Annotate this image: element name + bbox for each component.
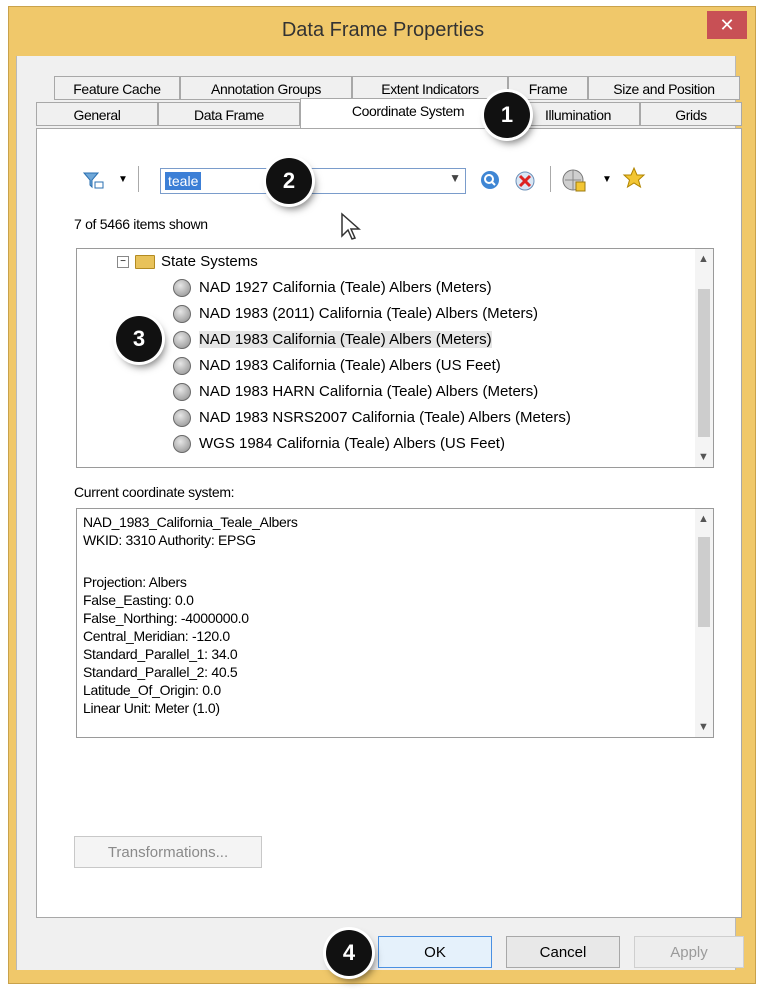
current-system-label: Current coordinate system: — [74, 484, 235, 500]
list-item-label: NAD 1927 California (Teale) Albers (Mete… — [199, 279, 492, 296]
scroll-down-icon[interactable]: ▼ — [698, 451, 709, 463]
scroll-up-icon[interactable]: ▲ — [698, 253, 709, 265]
tab-data-frame[interactable]: Data Frame — [158, 102, 300, 126]
item-count-text: 7 of 5466 items shown — [74, 216, 208, 232]
callout-3: 3 — [116, 316, 162, 362]
folder-label: State Systems — [161, 253, 258, 270]
tab-grids[interactable]: Grids — [640, 102, 742, 126]
detail-line: Latitude_Of_Origin: 0.0 — [83, 682, 221, 698]
globe-dropdown-icon[interactable]: ▼ — [602, 170, 612, 190]
tree-folder-state-systems[interactable]: − State Systems — [117, 249, 258, 275]
apply-button[interactable]: Apply — [634, 936, 744, 968]
detail-line: False_Easting: 0.0 — [83, 592, 194, 608]
callout-2: 2 — [266, 158, 312, 204]
filter-dropdown-icon[interactable]: ▼ — [118, 170, 128, 190]
list-item[interactable]: NAD 1927 California (Teale) Albers (Mete… — [173, 275, 492, 301]
globe-add-icon[interactable] — [562, 168, 586, 198]
list-item-label: NAD 1983 NSRS2007 California (Teale) Alb… — [199, 409, 571, 426]
tab-general[interactable]: General — [36, 102, 158, 126]
detail-line: False_Northing: -4000000.0 — [83, 610, 249, 626]
tab-feature-cache[interactable]: Feature Cache — [54, 76, 180, 100]
window-title: Data Frame Properties — [281, 19, 485, 41]
tab-size-and-position[interactable]: Size and Position — [588, 76, 740, 100]
detail-line: Standard_Parallel_2: 40.5 — [83, 664, 238, 680]
detail-line: NAD_1983_California_Teale_Albers — [83, 514, 298, 530]
globe-icon — [173, 357, 191, 376]
globe-icon — [173, 409, 191, 428]
list-item-label: NAD 1983 (2011) California (Teale) Alber… — [199, 305, 539, 322]
mouse-cursor-icon — [340, 212, 362, 242]
tab-illumination[interactable]: Illumination — [516, 102, 640, 126]
list-item[interactable]: WGS 1984 California (Teale) Albers (US F… — [173, 431, 505, 457]
detail-line: Linear Unit: Meter (1.0) — [83, 700, 220, 716]
folder-icon — [135, 255, 155, 270]
clear-search-icon[interactable] — [514, 170, 536, 198]
globe-icon — [173, 279, 191, 298]
list-item-label: NAD 1983 California (Teale) Albers (US F… — [199, 357, 501, 374]
current-system-details[interactable]: NAD_1983_California_Teale_Albers WKID: 3… — [76, 508, 714, 738]
list-item[interactable]: NAD 1983 HARN California (Teale) Albers … — [173, 379, 538, 405]
list-item-label: NAD 1983 HARN California (Teale) Albers … — [199, 383, 539, 400]
scroll-up-icon[interactable]: ▲ — [698, 513, 709, 525]
filter-icon[interactable] — [82, 170, 104, 196]
detail-line: Projection: Albers — [83, 574, 187, 590]
detail-line: WKID: 3310 Authority: EPSG — [83, 532, 256, 548]
globe-icon — [173, 305, 191, 324]
search-input[interactable]: teale — [165, 172, 202, 190]
scroll-thumb[interactable] — [698, 537, 710, 627]
toolbar-separator — [550, 166, 551, 192]
list-item[interactable]: NAD 1983 California (Teale) Albers (US F… — [173, 353, 501, 379]
globe-icon — [173, 383, 191, 402]
search-icon[interactable] — [480, 170, 500, 196]
transformations-button[interactable]: Transformations... — [74, 836, 262, 868]
callout-1: 1 — [484, 92, 530, 138]
ok-button[interactable]: OK — [378, 936, 492, 968]
search-combobox[interactable]: teale ▼ — [160, 168, 466, 194]
list-scrollbar[interactable]: ▲ ▼ — [695, 249, 713, 467]
cancel-button[interactable]: Cancel — [506, 936, 620, 968]
list-item-label: NAD 1983 California (Teale) Albers (Mete… — [199, 331, 492, 348]
details-scrollbar[interactable]: ▲ ▼ — [695, 509, 713, 737]
callout-4: 4 — [326, 930, 372, 976]
detail-line: Standard_Parallel_1: 34.0 — [83, 646, 238, 662]
globe-icon — [173, 435, 191, 454]
collapse-icon[interactable]: − — [117, 256, 129, 269]
list-item-selected[interactable]: NAD 1983 California (Teale) Albers (Mete… — [173, 327, 492, 353]
chevron-down-icon[interactable]: ▼ — [449, 171, 461, 185]
list-item[interactable]: NAD 1983 NSRS2007 California (Teale) Alb… — [173, 405, 571, 431]
coordinate-system-tree[interactable]: − State Systems NAD 1927 California (Teal… — [76, 248, 714, 468]
globe-icon — [173, 331, 191, 350]
tab-annotation-groups[interactable]: Annotation Groups — [180, 76, 352, 100]
close-button[interactable]: ✕ — [707, 11, 747, 39]
favorite-star-icon[interactable] — [622, 166, 646, 196]
list-item-label: WGS 1984 California (Teale) Albers (US F… — [199, 435, 505, 452]
list-item[interactable]: NAD 1983 (2011) California (Teale) Alber… — [173, 301, 538, 327]
tab-extent-indicators[interactable]: Extent Indicators — [352, 76, 508, 100]
toolbar-separator — [138, 166, 139, 192]
scroll-thumb[interactable] — [698, 289, 710, 437]
scroll-down-icon[interactable]: ▼ — [698, 721, 709, 733]
detail-line: Central_Meridian: -120.0 — [83, 628, 230, 644]
